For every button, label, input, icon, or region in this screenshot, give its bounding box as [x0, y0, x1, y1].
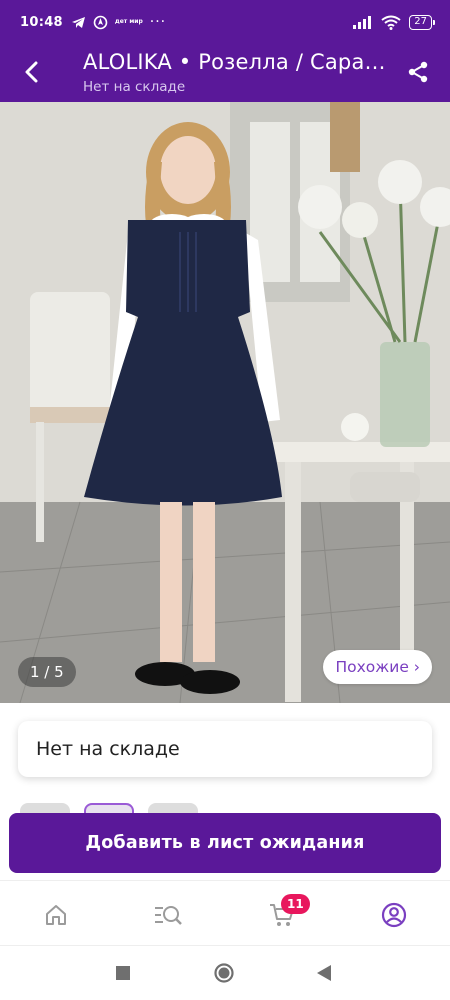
triangle-back-icon	[317, 965, 331, 981]
system-navigation-bar	[0, 946, 450, 1000]
page-title: ALOLIKA • Розелла / Сарафан для девочки	[83, 50, 388, 74]
square-icon	[116, 966, 130, 980]
back-system-button[interactable]	[314, 963, 334, 983]
add-to-waitlist-button[interactable]: Добавить в лист ожидания	[9, 813, 441, 873]
status-bar: 10:48 дет мир ··· 27	[0, 0, 450, 44]
more-notifications: ···	[149, 14, 167, 30]
cart-count-badge: 11	[281, 894, 310, 914]
app-logo-icon: дет мир	[114, 18, 143, 25]
nav-home[interactable]	[41, 900, 71, 930]
status-time: 10:48	[20, 14, 63, 30]
status-right-icons: 27	[353, 14, 435, 30]
vpn-icon	[93, 15, 108, 29]
nav-catalog-search[interactable]	[153, 900, 183, 930]
battery-icon: 27	[409, 14, 435, 30]
catalog-search-icon	[155, 906, 182, 925]
arrow-left-icon	[25, 61, 38, 83]
bottom-navigation: 11	[0, 880, 450, 946]
recent-apps-button[interactable]	[113, 963, 133, 983]
status-left-icons: дет мир ···	[71, 14, 166, 30]
similar-products-button[interactable]: Похожие ›	[322, 650, 432, 684]
app-bar: ALOLIKA • Розелла / Сарафан для девочки …	[0, 44, 450, 102]
share-button[interactable]	[400, 54, 436, 90]
product-photo-illustration	[0, 102, 450, 703]
circle-icon	[214, 963, 234, 983]
stock-status-label: Нет на складе	[36, 738, 180, 760]
home-button[interactable]	[214, 963, 234, 983]
product-image[interactable]: 1 / 5 Похожие ›	[0, 102, 450, 703]
stock-status-card: Нет на складе	[18, 721, 432, 777]
home-icon	[46, 905, 66, 925]
telegram-icon	[71, 16, 85, 28]
back-button[interactable]	[14, 54, 50, 90]
share-icon	[408, 61, 428, 83]
page-subtitle: Нет на складе	[83, 79, 186, 95]
signal-icon	[353, 15, 372, 29]
nav-profile[interactable]	[379, 900, 409, 930]
wifi-icon	[381, 15, 401, 30]
image-counter: 1 / 5	[18, 657, 76, 687]
profile-icon	[381, 902, 407, 928]
